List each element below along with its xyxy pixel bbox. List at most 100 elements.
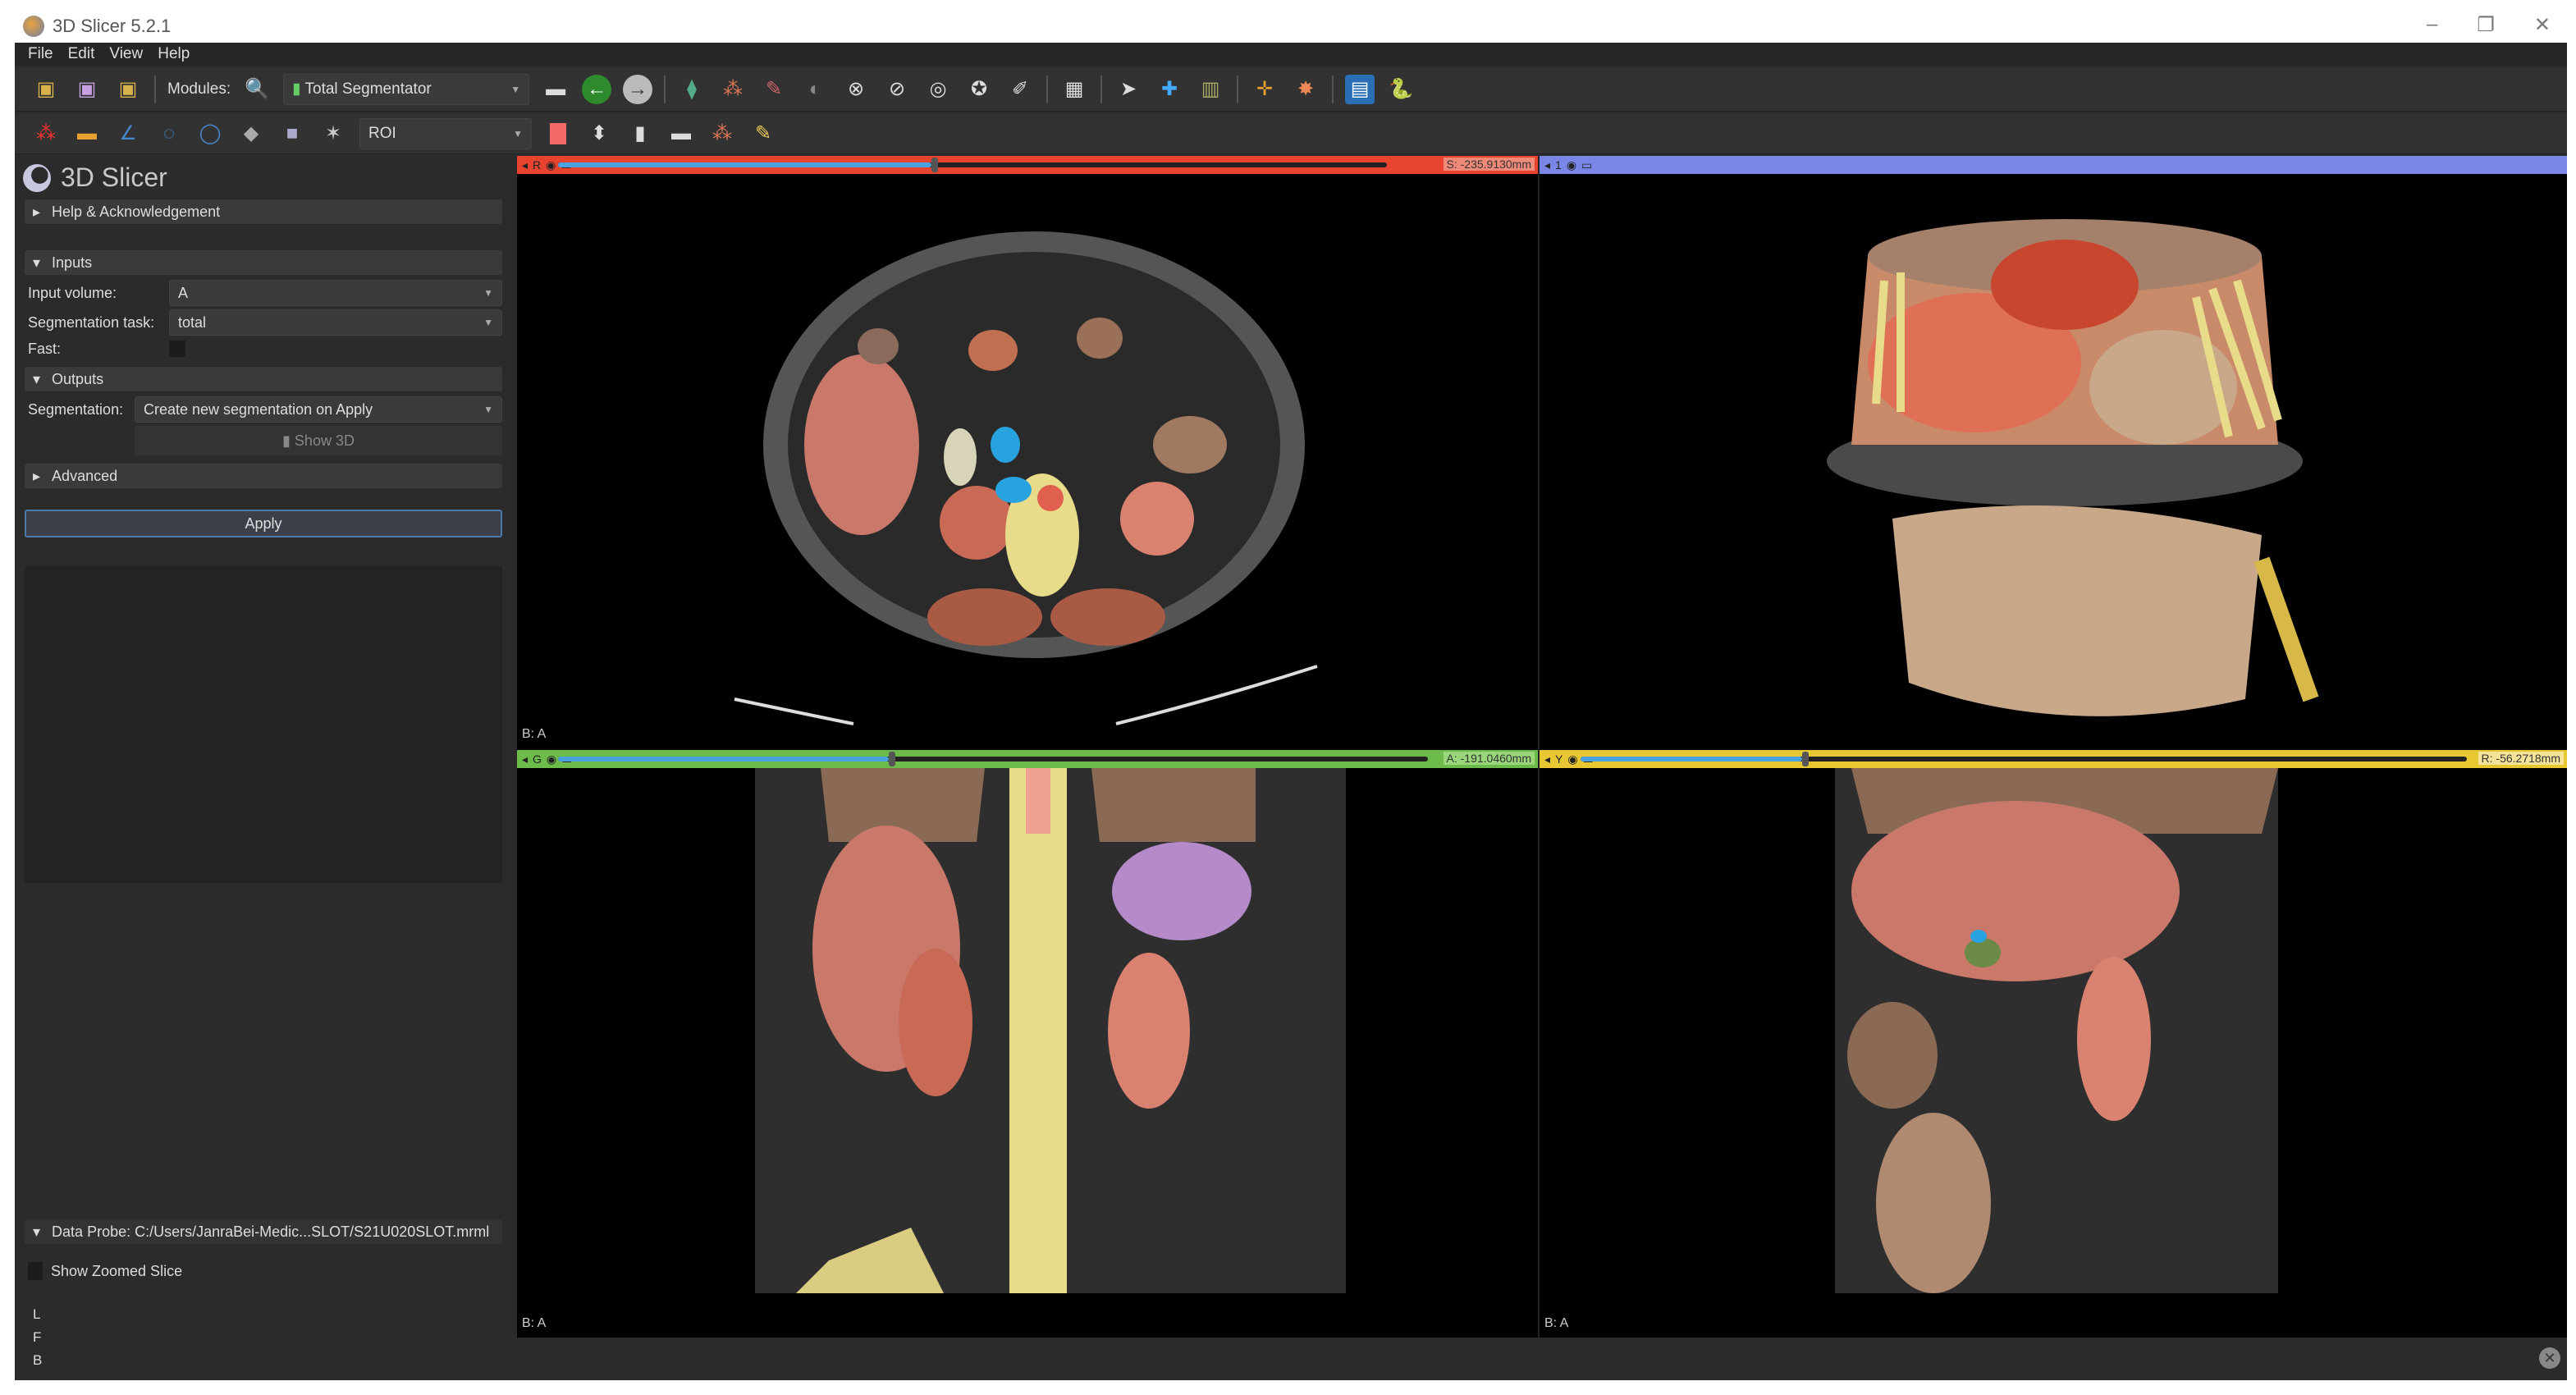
pin-icon[interactable]: ◂ <box>522 752 528 766</box>
green-view-controller: ◂G◉▭ A: -191.0460mm <box>517 750 1538 768</box>
volumes-icon[interactable]: ◐ <box>800 75 830 104</box>
green-slice-offset: A: -191.0460mm <box>1444 752 1535 765</box>
green-slice-slider[interactable] <box>558 757 1428 762</box>
menu-view[interactable]: View <box>109 45 143 63</box>
fiducial-icon[interactable]: ⁂ <box>31 119 61 149</box>
module-name: Total Segmentator <box>305 80 432 98</box>
green-slice-view[interactable]: B: A <box>517 768 1538 1338</box>
show-zoomed-slice-row[interactable]: Show Zoomed Slice <box>28 1262 182 1280</box>
roi-icon[interactable]: ■ <box>277 119 307 149</box>
markup-type-selector[interactable]: ROI▼ <box>359 118 532 149</box>
module-search-icon[interactable]: 🔍 <box>242 75 272 104</box>
models-circle-icon[interactable]: ◎ <box>923 75 953 104</box>
advanced-section-header[interactable]: ▸Advanced <box>25 464 502 488</box>
segmentation-task-selector[interactable]: total▼ <box>169 309 502 336</box>
yellow-slice-slider[interactable] <box>1581 757 2467 762</box>
separator <box>1237 75 1238 103</box>
menu-file[interactable]: File <box>28 45 53 63</box>
sagittal-ct-image <box>1540 768 2567 1338</box>
window-title: 3D Slicer 5.2.1 <box>53 16 171 37</box>
angle-icon[interactable]: ∠ <box>113 119 143 149</box>
dicom-icon[interactable]: ▣ <box>72 75 102 104</box>
load-data-icon[interactable]: ▣ <box>31 75 61 104</box>
show-zoomed-slice-checkbox[interactable] <box>28 1262 43 1280</box>
pointer-icon[interactable]: ➤ <box>1114 75 1143 104</box>
window-level-icon[interactable]: ▥ <box>1196 75 1225 104</box>
probe-layer-l: L <box>33 1303 42 1326</box>
separator <box>1100 75 1102 103</box>
layout-icon[interactable]: ▦ <box>1059 75 1089 104</box>
error-log-icon[interactable]: ✕ <box>2539 1347 2560 1369</box>
data-tree-icon[interactable]: ⁂ <box>707 119 737 149</box>
inputs-section-header[interactable]: ▾Inputs <box>25 250 502 275</box>
apply-button[interactable]: Apply <box>25 510 502 537</box>
crosshair-circle-icon[interactable]: ⊗ <box>841 75 871 104</box>
delete-icon[interactable]: ▮ <box>625 119 655 149</box>
yellow-slice-view[interactable]: B: A <box>1540 768 2567 1338</box>
color-swatch[interactable] <box>543 119 573 149</box>
advanced-section-label: Advanced <box>52 468 117 485</box>
data-probe-header[interactable]: ▾Data Probe: C:/Users/JanraBei-Medic...S… <box>25 1219 502 1244</box>
link-icon[interactable]: ◉ <box>546 158 556 172</box>
module-history-icon[interactable]: ▬ <box>541 75 570 104</box>
close-button[interactable]: ✕ <box>2534 13 2551 37</box>
plane-icon[interactable]: ◆ <box>236 119 266 149</box>
transform-circle-icon[interactable]: ⊘ <box>882 75 912 104</box>
restore-button[interactable]: ❐ <box>2477 13 2495 37</box>
segmentation-selector[interactable]: Create new segmentation on Apply▼ <box>135 396 502 423</box>
new-markup-icon[interactable]: ✶ <box>318 119 348 149</box>
link-icon[interactable]: ◉ <box>1567 158 1576 172</box>
link-icon[interactable]: ◉ <box>547 752 556 766</box>
red-view-letter: R <box>533 158 541 172</box>
screenshot-icon[interactable]: ✸ <box>1291 75 1320 104</box>
menu-edit[interactable]: Edit <box>68 45 95 63</box>
outputs-section-header[interactable]: ▾Outputs <box>25 367 502 391</box>
threed-view[interactable] <box>1540 174 2567 748</box>
expand-arrow-icon: ▸ <box>33 204 40 221</box>
module-panel: 3D Slicer ▸ Help & Acknowledgement ▾Input… <box>15 156 514 1380</box>
edit-table-icon[interactable]: ✎ <box>748 119 778 149</box>
red-slice-view[interactable]: B: A <box>517 174 1538 748</box>
red-slice-slider[interactable] <box>558 162 1387 167</box>
menu-help[interactable]: Help <box>158 45 190 63</box>
segment-circle-icon[interactable]: ✪ <box>964 75 994 104</box>
panel-header: 3D Slicer <box>15 156 514 199</box>
line-icon[interactable]: ▬ <box>72 119 102 149</box>
show-zoomed-slice-label: Show Zoomed Slice <box>51 1263 182 1280</box>
module-selector[interactable]: ▮ Total Segmentator▼ <box>283 74 529 105</box>
threed-view-controller: ◂1◉▭ <box>1540 156 2567 174</box>
maximize-icon[interactable]: ▭ <box>1581 158 1592 172</box>
curve-icon[interactable]: ◌ <box>154 119 184 149</box>
extensions-manager-icon[interactable]: ▤ <box>1345 75 1375 104</box>
pin-icon[interactable]: ◂ <box>1544 752 1550 766</box>
show-3d-button[interactable]: ▮ Show 3D <box>135 426 502 455</box>
visibility-icon[interactable]: ▬ <box>666 119 696 149</box>
editor-icon[interactable]: ✎ <box>759 75 789 104</box>
minimize-button[interactable]: – <box>2427 13 2437 37</box>
place-mode-icon[interactable]: ⬍ <box>584 119 614 149</box>
place-point-icon[interactable]: ✚ <box>1155 75 1184 104</box>
crosshair-icon[interactable]: ✛ <box>1250 75 1279 104</box>
fast-checkbox[interactable] <box>169 341 185 357</box>
help-section-header[interactable]: ▸ Help & Acknowledgement <box>25 199 502 224</box>
back-arrow-icon[interactable]: ← <box>582 75 611 104</box>
pin-icon[interactable]: ◂ <box>1544 158 1550 172</box>
python-icon[interactable]: 🐍 <box>1386 75 1416 104</box>
forward-arrow-icon[interactable]: → <box>623 75 652 104</box>
inputs-section-label: Inputs <box>52 254 92 272</box>
link-icon[interactable]: ◉ <box>1567 752 1577 766</box>
segmentation-task-value: total <box>178 314 206 332</box>
input-volume-selector[interactable]: A▼ <box>169 280 502 306</box>
slicer-app: File Edit View Help ▣ ▣ ▣ Modules: 🔍 ▮ T… <box>15 43 2567 1380</box>
save-icon[interactable]: ▣ <box>113 75 143 104</box>
closed-curve-icon[interactable]: ◯ <box>195 119 225 149</box>
outputs-section-label: Outputs <box>52 371 103 388</box>
help-section-label: Help & Acknowledgement <box>52 204 220 221</box>
pin-icon[interactable]: ◂ <box>522 158 528 172</box>
probe-layer-f: F <box>33 1326 42 1349</box>
chevron-down-icon: ▼ <box>483 404 493 415</box>
markups-icon[interactable]: ✐ <box>1005 75 1035 104</box>
apply-label: Apply <box>245 515 281 533</box>
extension-icon[interactable]: ⧫ <box>677 75 707 104</box>
data-module-icon[interactable]: ⁂ <box>718 75 748 104</box>
